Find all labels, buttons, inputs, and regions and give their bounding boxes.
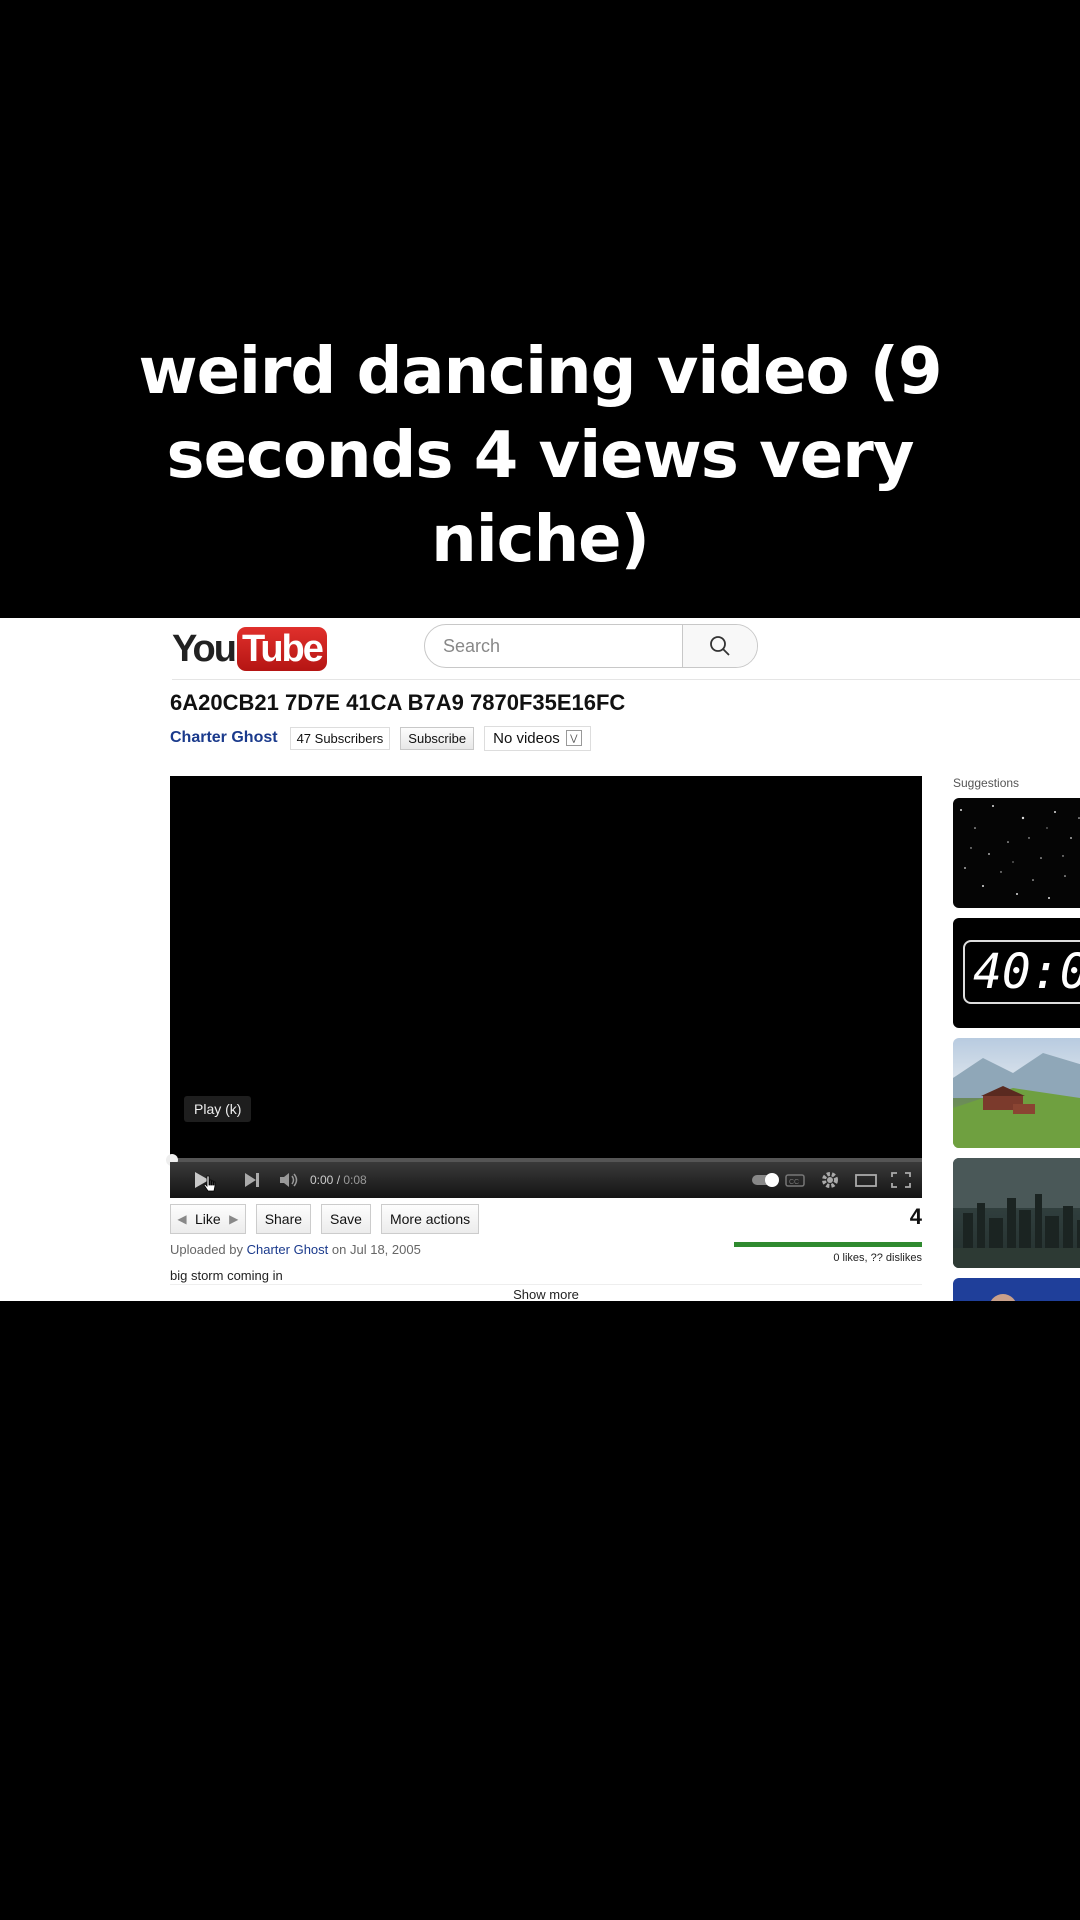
likes-dislikes-text: 0 likes, ?? dislikes (833, 1252, 922, 1264)
youtube-logo[interactable]: You Tube (172, 626, 327, 672)
autoplay-toggle-icon[interactable] (750, 1162, 782, 1198)
time-display: 0:00 / 0:08 (310, 1173, 367, 1187)
video-title: 6A20CB21 7D7E 41CA B7A9 7870F35E16FC (170, 690, 626, 715)
gear-icon[interactable] (820, 1162, 840, 1198)
clock-text: 40:0 (973, 944, 1080, 1000)
upload-channel-link[interactable]: Charter Ghost (247, 1242, 329, 1257)
search-input[interactable] (425, 625, 683, 667)
like-label[interactable]: Like (193, 1205, 223, 1233)
suggestion-thumbnail-starfield[interactable] (953, 798, 1080, 908)
videos-dropdown[interactable]: No videos ⋁ (484, 725, 591, 751)
suggestions-label: Suggestions (953, 776, 1020, 790)
suggestion-thumbnail-clock[interactable]: 40:0 (953, 918, 1080, 1028)
logo-you: You (172, 627, 237, 670)
suggestion-thumbnail-storm-city[interactable] (953, 1158, 1080, 1268)
volume-icon[interactable] (278, 1162, 300, 1198)
overlay-caption: weird dancing video (9 seconds 4 views v… (138, 335, 942, 577)
mountain-village-image (953, 1053, 1080, 1148)
thumbs-up-icon[interactable]: ◀ (171, 1205, 193, 1233)
time-current: 0:00 (310, 1173, 334, 1187)
chevron-down-icon: ⋁ (565, 730, 582, 746)
like-button-group[interactable]: ◀ Like ▶ (170, 1204, 246, 1234)
share-button[interactable]: Share (255, 1204, 312, 1234)
more-actions-button[interactable]: More actions (380, 1204, 480, 1234)
suggestion-thumbnail-person[interactable] (953, 1278, 1080, 1301)
save-button[interactable]: Save (321, 1204, 371, 1234)
search-box (424, 624, 758, 668)
fullscreen-icon[interactable] (890, 1162, 912, 1198)
like-ratio-bar (734, 1242, 922, 1247)
channel-row: Charter Ghost 47 Subscribers Subscribe N… (170, 724, 591, 752)
header-divider (172, 679, 1080, 680)
channel-name[interactable]: Charter Ghost (170, 729, 278, 747)
suggestion-thumbnail-mountain[interactable] (953, 1038, 1080, 1148)
next-icon[interactable] (242, 1162, 262, 1198)
player-controls: 0:00 / 0:08 CC (170, 1162, 922, 1198)
play-tooltip: Play (k) (184, 1096, 252, 1122)
subscribe-button[interactable]: Subscribe (400, 726, 475, 750)
upload-prefix: Uploaded by (170, 1242, 243, 1257)
videos-dropdown-label: No videos (493, 729, 560, 747)
time-total: 0:08 (343, 1173, 367, 1187)
upload-date: on Jul 18, 2005 (331, 1242, 421, 1257)
search-icon (710, 636, 730, 656)
theater-mode-icon[interactable] (854, 1162, 878, 1198)
youtube-screenshot: You Tube 6A20CB21 7D7E 41CA B7A9 7870F35… (0, 618, 1080, 1301)
svg-text:CC: CC (789, 1179, 799, 1186)
upload-info: Uploaded by Charter Ghost on Jul 18, 200… (170, 1242, 421, 1257)
thumbs-down-icon[interactable]: ▶ (223, 1205, 245, 1233)
captions-icon[interactable]: CC (784, 1162, 806, 1198)
video-player[interactable]: Play (k) 0:00 / 0:08 CC (166, 776, 922, 1198)
person-image (990, 1294, 1016, 1301)
search-button[interactable] (682, 625, 757, 667)
starfield-image (960, 805, 1080, 899)
action-bar: ◀ Like ▶ Share Save More actions (170, 1204, 480, 1234)
video-description: big storm coming in (170, 1268, 283, 1283)
view-count: 4 (909, 1204, 922, 1229)
subscriber-count: 47 Subscribers (289, 726, 391, 750)
logo-tube: Tube (236, 627, 327, 671)
show-more-button[interactable]: Show more (170, 1284, 922, 1301)
cursor-icon (203, 1166, 217, 1202)
storm-city-image (953, 1158, 1080, 1268)
